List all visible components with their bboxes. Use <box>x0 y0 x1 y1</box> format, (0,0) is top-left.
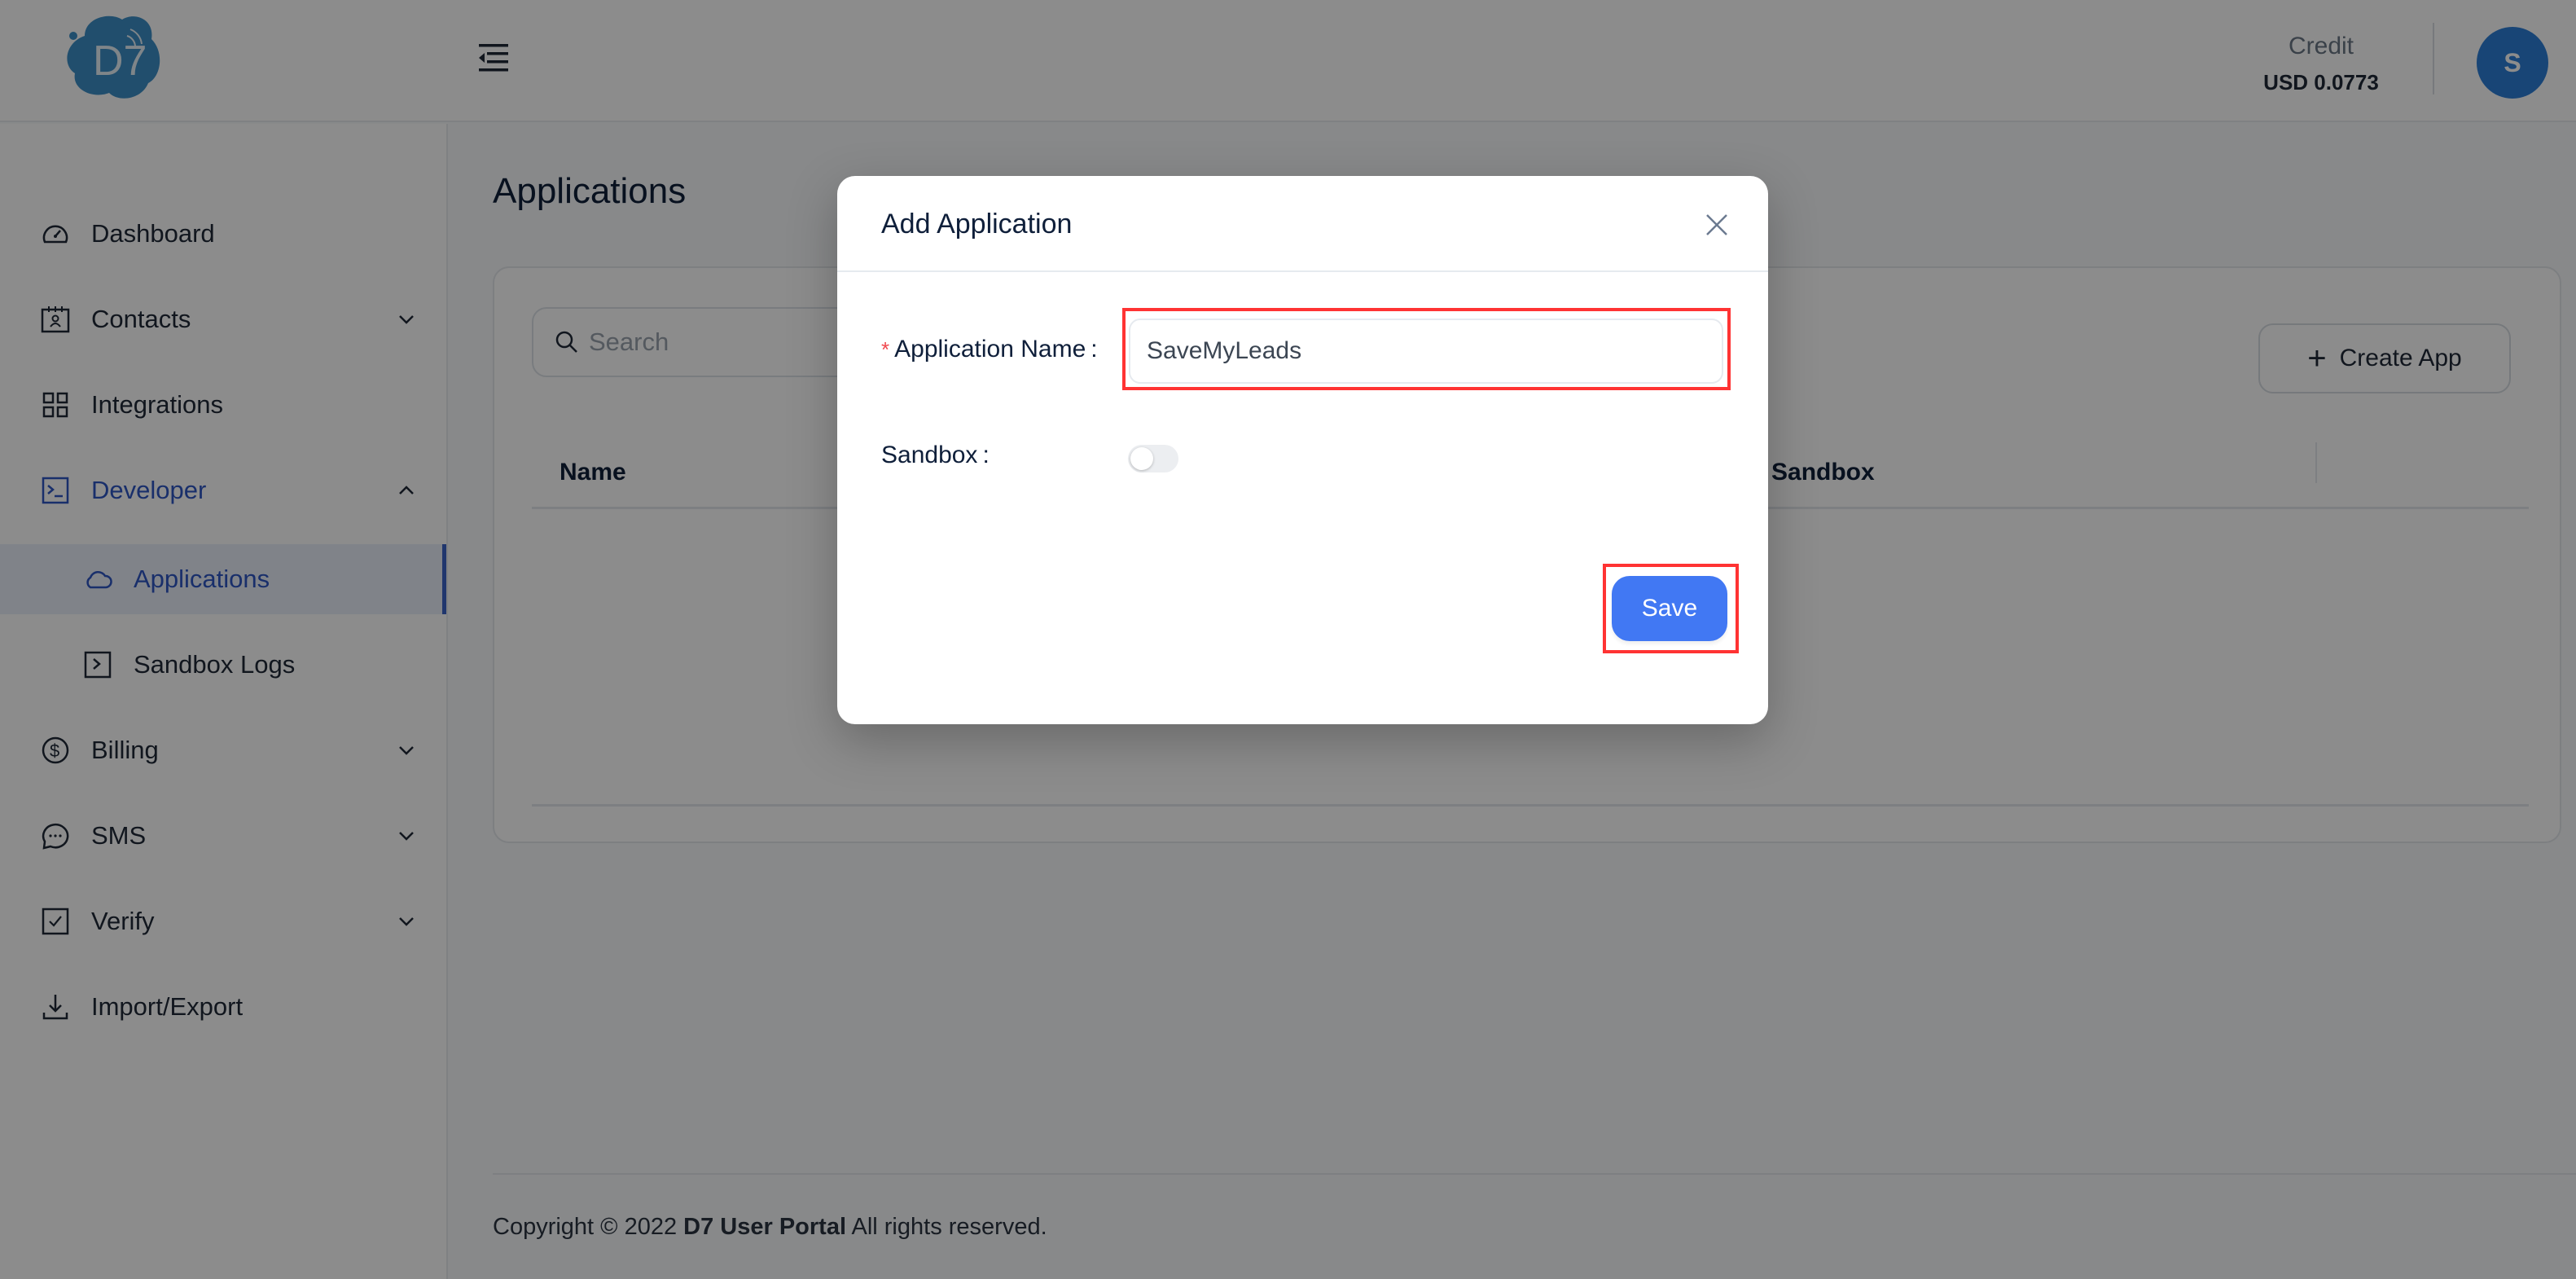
toggle-knob <box>1130 447 1153 470</box>
modal-header: Add Application <box>837 176 1768 272</box>
save-button[interactable]: Save <box>1612 576 1727 641</box>
required-mark: * <box>881 337 890 362</box>
sandbox-toggle[interactable] <box>1128 445 1178 472</box>
sandbox-label: Sandbox: <box>881 442 990 468</box>
close-icon[interactable] <box>1704 212 1730 238</box>
application-name-label: * Application Name: <box>881 336 1098 363</box>
add-application-modal: Add Application *Application Name: Sandb… <box>837 176 1768 724</box>
application-name-input[interactable] <box>1129 319 1723 384</box>
modal-title: Add Application <box>881 209 1073 240</box>
